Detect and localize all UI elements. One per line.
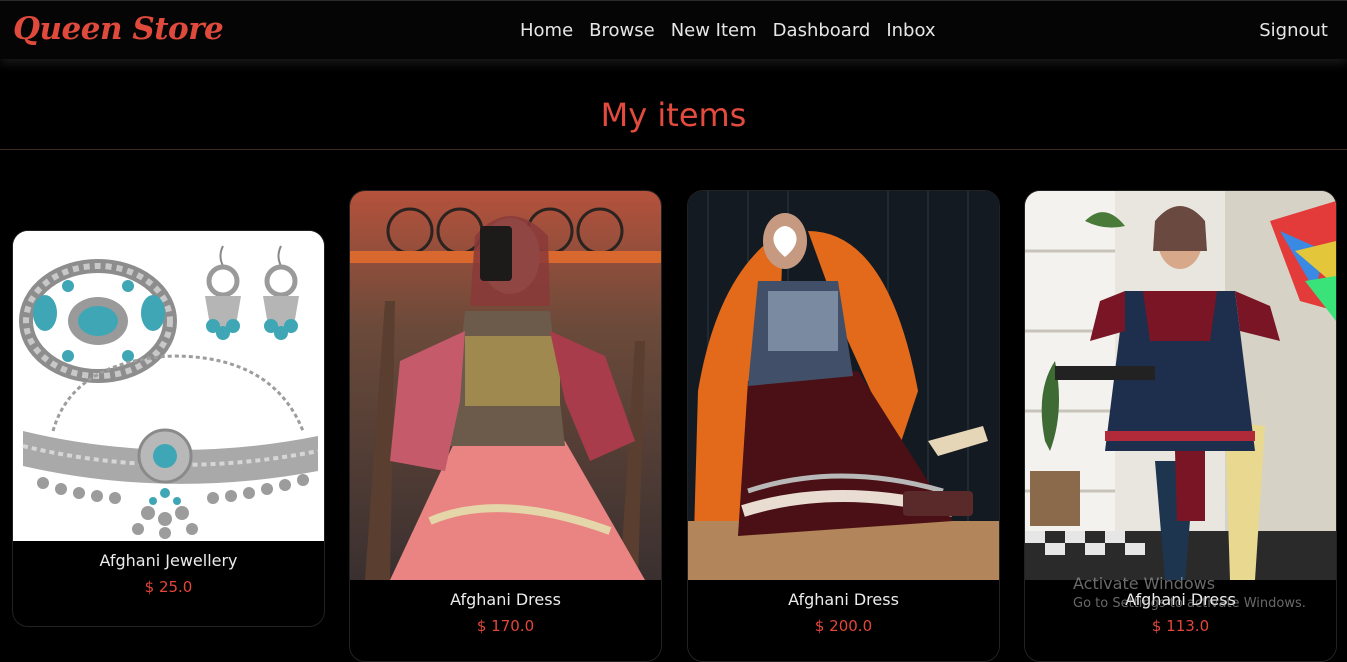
signout-link[interactable]: Signout	[1259, 20, 1328, 41]
item-price: $ 25.0	[144, 578, 193, 596]
nav-home-link[interactable]: Home	[520, 20, 573, 41]
top-navbar: Queen Store Home Browse New Item Dashboa…	[0, 0, 1347, 59]
item-name: Afghani Jewellery	[99, 551, 238, 570]
nav-browse-link[interactable]: Browse	[589, 20, 655, 41]
activate-windows-watermark: Activate Windows Go to Settings to activ…	[1073, 574, 1306, 611]
item-image-dress[interactable]	[350, 191, 661, 580]
nav-new-item-link[interactable]: New Item	[671, 20, 757, 41]
item-price: $ 170.0	[476, 617, 535, 635]
item-name: Afghani Dress	[450, 590, 561, 609]
item-price: $ 113.0	[1151, 617, 1210, 635]
brand-logo[interactable]: Queen Store	[13, 11, 224, 47]
item-card[interactable]: Afghani Jewellery $ 25.0	[12, 230, 325, 627]
nav-dashboard-link[interactable]: Dashboard	[773, 20, 871, 41]
item-price: $ 200.0	[814, 617, 873, 635]
nav-links: Home Browse New Item Dashboard Inbox	[520, 20, 936, 41]
item-image-dress[interactable]	[1025, 191, 1336, 580]
title-divider	[0, 149, 1347, 150]
watermark-title: Activate Windows	[1073, 574, 1216, 593]
page-title: My items	[600, 96, 747, 134]
item-image-jewellery[interactable]	[13, 231, 324, 541]
nav-inbox-link[interactable]: Inbox	[886, 20, 935, 41]
item-name: Afghani Dress	[788, 590, 899, 609]
item-image-dress[interactable]	[688, 191, 999, 580]
item-card[interactable]: Afghani Dress $ 200.0	[687, 190, 1000, 662]
item-card[interactable]: Afghani Dress $ 170.0	[349, 190, 662, 662]
watermark-subtitle: Go to Settings to activate Windows.	[1073, 596, 1306, 611]
